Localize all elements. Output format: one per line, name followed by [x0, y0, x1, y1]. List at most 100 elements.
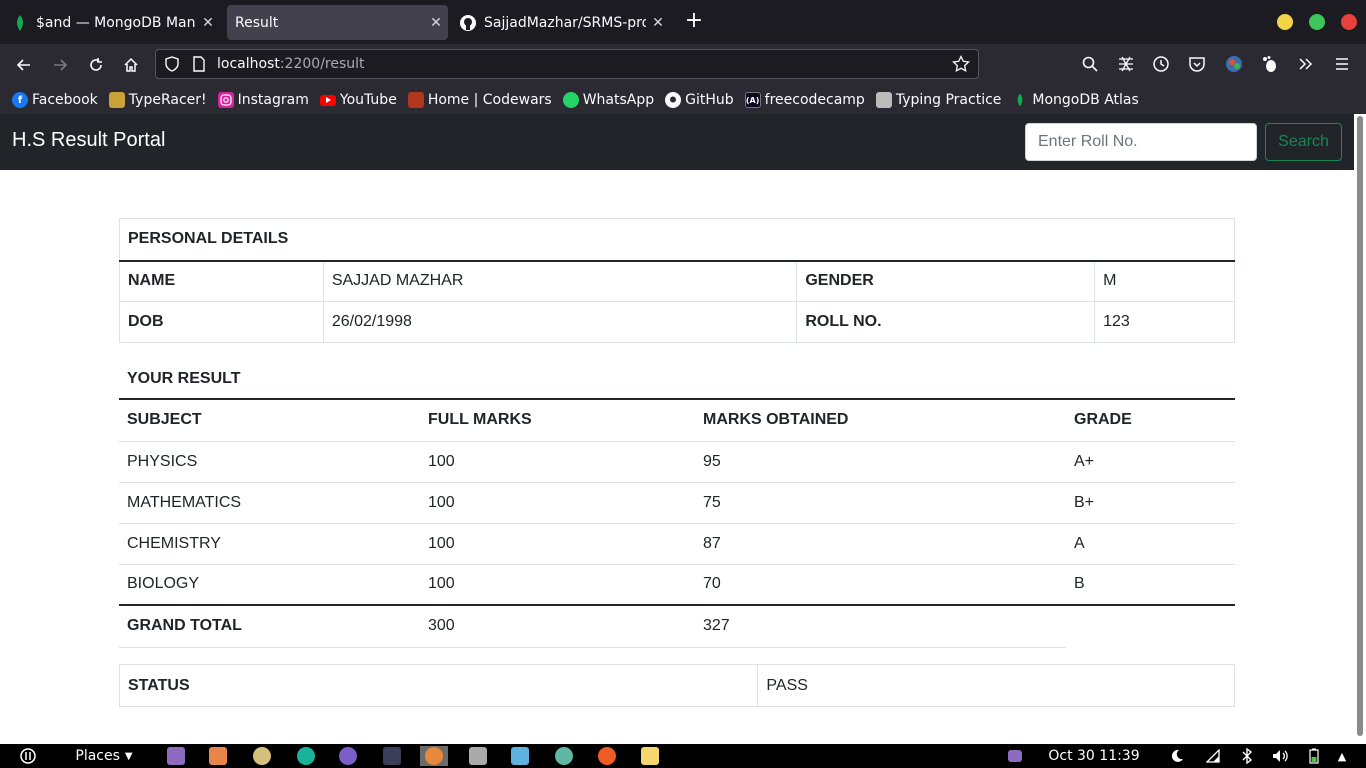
reload-icon: [90, 58, 102, 71]
browser-tab-strip: $and — MongoDB Manual ✕ Result ✕ SajjadM…: [0, 0, 1366, 44]
bookmark-label: freecodecamp: [764, 92, 865, 108]
battery-icon[interactable]: [1306, 746, 1322, 766]
grade-cell: B: [1066, 563, 1235, 605]
tab-mongodb-manual[interactable]: $and — MongoDB Manual ✕: [0, 5, 220, 40]
column-header: SUBJECT: [119, 398, 420, 441]
personal-details-table: PERSONAL DETAILS NAME SAJJAD MAZHAR GEND…: [119, 218, 1235, 343]
taskbar-app-contacts[interactable]: [208, 746, 228, 766]
taskbar-app-vscode[interactable]: [338, 746, 358, 766]
bookmark-youtube[interactable]: YouTube: [319, 92, 397, 108]
grade-cell: B+: [1066, 481, 1235, 523]
tab-result[interactable]: Result ✕: [227, 5, 448, 40]
night-light-icon[interactable]: [1168, 746, 1186, 766]
address-bar[interactable]: localhost:2200/result: [155, 49, 979, 79]
screen-record-icon[interactable]: [1006, 746, 1024, 766]
extension-button[interactable]: [1114, 52, 1138, 76]
search-button[interactable]: Search: [1265, 123, 1342, 161]
extension-icon: [1119, 56, 1133, 72]
close-icon[interactable]: ✕: [646, 15, 670, 31]
bookmark-star-icon[interactable]: [952, 54, 970, 77]
grand-total-label: GRAND TOTAL: [119, 604, 420, 648]
scrollbar-thumb[interactable]: [1357, 116, 1363, 736]
close-icon[interactable]: ✕: [196, 15, 220, 31]
taskbar-app-notes[interactable]: [640, 746, 660, 766]
site-brand[interactable]: H.S Result Portal: [12, 129, 165, 152]
bookmark-instagram[interactable]: Instagram: [217, 92, 309, 108]
taskbar-app-sublime[interactable]: [468, 746, 488, 766]
bookmark-whatsapp[interactable]: WhatsApp: [562, 92, 655, 108]
tracking-shield-icon[interactable]: [164, 56, 180, 76]
home-button[interactable]: [117, 52, 145, 78]
url-text: localhost:2200/result: [217, 56, 365, 72]
taskbar-app-chatgpt[interactable]: [554, 746, 574, 766]
close-icon[interactable]: ✕: [424, 15, 448, 31]
pocket-icon: [1189, 57, 1205, 72]
taskbar-app-files[interactable]: [510, 746, 530, 766]
app-menu-button[interactable]: [1330, 52, 1354, 76]
record-indicator: [1008, 750, 1022, 762]
system-logo-icon[interactable]: [18, 746, 38, 766]
history-button[interactable]: [1149, 52, 1173, 76]
bookmark-label: WhatsApp: [582, 92, 655, 108]
reload-button[interactable]: [82, 52, 110, 78]
forward-arrow-icon: [54, 59, 68, 71]
new-tab-button[interactable]: +: [682, 10, 706, 34]
taskbar-app-terminal[interactable]: [382, 746, 402, 766]
mongodb-leaf-icon: [12, 14, 28, 31]
roll-label: ROLL NO.: [796, 301, 1096, 343]
maximize-button[interactable]: [1309, 14, 1325, 30]
gnome-extension-button[interactable]: [1258, 52, 1282, 76]
close-window-button[interactable]: [1341, 14, 1357, 30]
pocket-button[interactable]: [1185, 52, 1209, 76]
empty-cell: [1066, 604, 1235, 647]
volume-icon[interactable]: [1270, 746, 1290, 766]
bookmark-freecodecamp[interactable]: (A) freecodecamp: [744, 92, 865, 108]
url-path: :2200/result: [279, 56, 365, 72]
taskbar-app-chrome[interactable]: [296, 746, 316, 766]
tab-title: $and — MongoDB Manual: [36, 14, 196, 31]
gender-label: GENDER: [796, 260, 1096, 302]
network-signal-icon[interactable]: [1204, 746, 1222, 766]
tab-github-repo[interactable]: SajjadMazhar/SRMS-protot ✕: [448, 5, 670, 40]
bookmark-typing-practice[interactable]: Typing Practice: [875, 92, 1001, 108]
grade-cell: A+: [1066, 440, 1235, 482]
full-marks-cell: 100: [420, 440, 695, 482]
taskbar-app-firefox[interactable]: [420, 746, 448, 766]
roll-number-input[interactable]: [1025, 123, 1257, 161]
marks-obtained-cell: 75: [695, 481, 1066, 523]
bookmark-typeracer[interactable]: TypeRacer!: [108, 92, 207, 108]
hamburger-menu-icon: [1336, 58, 1348, 70]
bookmark-label: MongoDB Atlas: [1032, 92, 1139, 108]
mongodb-leaf-icon: [1012, 92, 1028, 108]
name-label: NAME: [119, 260, 324, 302]
search-toolbar-button[interactable]: [1078, 52, 1102, 76]
name-value: SAJJAD MAZHAR: [322, 260, 798, 302]
more-extensions-button[interactable]: [1293, 52, 1317, 76]
tab-title: Result: [235, 14, 279, 31]
result-table: YOUR RESULT SUBJECT FULL MARKS MARKS OBT…: [119, 359, 1235, 648]
bookmark-label: Facebook: [32, 92, 98, 108]
taskbar-app-audio[interactable]: [252, 746, 272, 766]
back-button[interactable]: [10, 52, 38, 78]
taskbar-app-postman[interactable]: [597, 746, 617, 766]
caret-down-icon: ▼: [124, 750, 133, 762]
forward-button[interactable]: [46, 52, 74, 78]
taskbar-app-video[interactable]: [166, 746, 186, 766]
grand-total-row: GRAND TOTAL 300 327: [119, 604, 1235, 648]
bookmark-codewars[interactable]: Home | Codewars: [407, 92, 552, 108]
gender-value: M: [1094, 260, 1235, 302]
bookmark-mongodb-atlas[interactable]: MongoDB Atlas: [1012, 92, 1139, 108]
places-menu[interactable]: Places ▼: [72, 746, 136, 766]
page-scrollbar[interactable]: [1354, 114, 1366, 744]
places-label: Places: [75, 748, 120, 764]
profile-extension-button[interactable]: [1222, 52, 1246, 76]
full-marks-cell: 100: [420, 481, 695, 523]
minimize-button[interactable]: [1277, 14, 1293, 30]
clock[interactable]: Oct 30 11:39: [1044, 746, 1144, 766]
bookmark-github[interactable]: GitHub: [665, 92, 734, 108]
bookmark-facebook[interactable]: f Facebook: [12, 92, 98, 108]
page-info-icon[interactable]: [192, 56, 206, 76]
globe-extension-icon: [1226, 56, 1242, 72]
bluetooth-icon[interactable]: [1238, 746, 1256, 766]
tray-expand-icon[interactable]: ▲: [1334, 746, 1350, 766]
